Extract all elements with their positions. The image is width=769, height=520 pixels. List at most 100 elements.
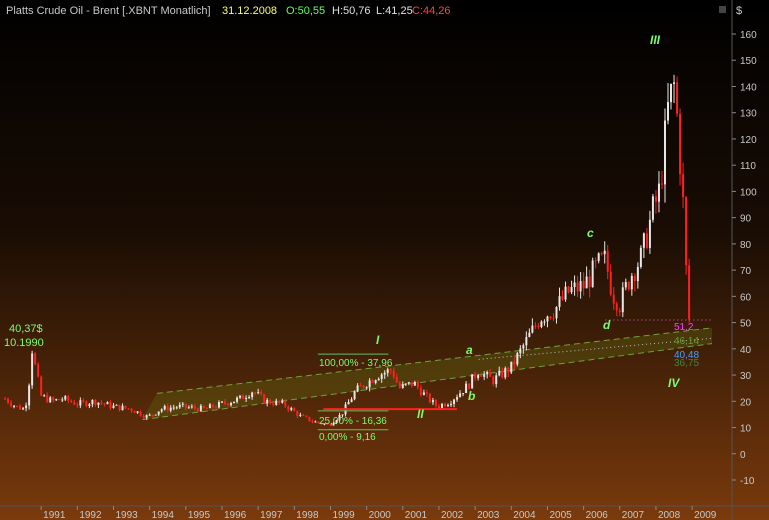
price-chart[interactable]: -10 0 10 20 30 40 50 60 70 80 90 100 110 120 130 140 150… xyxy=(0,0,769,520)
candle-body xyxy=(160,409,163,412)
candle-body xyxy=(82,400,85,402)
candle-body xyxy=(190,406,193,408)
x-tick-label: 1993 xyxy=(115,510,138,520)
candle-body xyxy=(260,392,263,395)
candle-body xyxy=(296,411,299,416)
candle-body xyxy=(636,266,639,282)
candle-body xyxy=(624,282,627,288)
candle-body xyxy=(154,414,157,416)
high-1990-date: 10.1990 xyxy=(4,337,44,349)
candle-body xyxy=(510,361,513,373)
candle-body xyxy=(163,405,166,410)
candle-body xyxy=(428,393,431,403)
candle-body xyxy=(531,325,534,333)
candle-body xyxy=(217,401,220,408)
candle-body xyxy=(480,375,483,377)
x-tick-label: 1994 xyxy=(152,510,175,520)
candle-body xyxy=(70,400,73,403)
candle-body xyxy=(121,405,124,411)
candle-body xyxy=(651,196,654,220)
y-tick-label: 20 xyxy=(740,397,752,408)
candle-body xyxy=(311,421,314,423)
candle-body xyxy=(172,407,175,409)
candle-body xyxy=(612,294,615,304)
candle-body xyxy=(239,395,242,398)
x-tick-label: 2009 xyxy=(694,510,717,520)
candle-body xyxy=(679,113,682,175)
x-tick-label: 2001 xyxy=(405,510,428,520)
candle-body xyxy=(386,369,389,373)
candle-body xyxy=(208,404,211,409)
candle-body xyxy=(468,383,471,389)
candle-body xyxy=(272,403,275,405)
candle-body xyxy=(474,374,477,379)
candle-body xyxy=(148,414,151,416)
y-tick-label: -10 xyxy=(740,476,755,487)
candle-body xyxy=(308,416,311,422)
candle-body xyxy=(127,408,130,410)
candle-body xyxy=(187,407,190,409)
candle-body xyxy=(410,382,413,386)
candle-body xyxy=(540,321,543,327)
candle-body xyxy=(106,402,109,405)
candle-body xyxy=(193,406,196,409)
candle-body xyxy=(7,398,10,403)
candle-body xyxy=(561,296,564,300)
candle-body xyxy=(609,271,612,295)
candle-body xyxy=(314,421,317,423)
candle-body xyxy=(477,375,480,379)
candle-body xyxy=(495,375,498,385)
y-tick-label: 110 xyxy=(740,161,756,172)
candle-body xyxy=(606,250,609,272)
candle-body xyxy=(281,400,284,403)
candle-body xyxy=(19,405,22,410)
candle-body xyxy=(633,275,636,282)
candle-body xyxy=(519,348,522,354)
candle-body xyxy=(401,384,404,388)
candle-body xyxy=(591,260,594,288)
candle-body xyxy=(124,405,127,409)
candle-body xyxy=(34,353,37,365)
x-tick-label: 1995 xyxy=(188,510,211,520)
y-tick-label: 150 xyxy=(740,56,757,67)
y-tick-label: 140 xyxy=(740,82,757,93)
candle-body xyxy=(585,276,588,289)
wave-label-b: b xyxy=(468,389,475,403)
fib-label-100: 100,00% - 37,96 xyxy=(319,358,393,369)
candle-body xyxy=(570,287,573,293)
candle-body xyxy=(350,399,353,403)
candle-body xyxy=(353,391,356,400)
candle-body xyxy=(528,332,531,338)
candle-body xyxy=(558,296,561,307)
candle-body xyxy=(118,404,121,411)
candle-body xyxy=(302,414,305,416)
corner-handle-icon[interactable] xyxy=(719,6,726,13)
x-tick-label: 2005 xyxy=(549,510,572,520)
fib-label-0: 0,00% - 9,16 xyxy=(319,432,376,443)
candle-body xyxy=(377,378,380,381)
candle-body xyxy=(181,403,184,405)
candle-body xyxy=(115,404,118,406)
candle-body xyxy=(139,411,142,416)
candle-body xyxy=(266,399,269,404)
candle-body xyxy=(504,368,507,378)
candle-body xyxy=(663,120,666,185)
candle-body xyxy=(459,393,462,398)
candle-body xyxy=(97,402,100,405)
y-tick-label: 100 xyxy=(740,187,757,198)
candle-body xyxy=(205,408,208,410)
candle-body xyxy=(425,392,428,394)
wave-label-c: c xyxy=(587,226,594,240)
candle-body xyxy=(230,403,233,406)
candle-body xyxy=(55,399,58,401)
candle-body xyxy=(670,83,673,103)
candle-body xyxy=(673,82,676,84)
currency-label: $ xyxy=(736,5,742,17)
y-tick-label: 70 xyxy=(740,266,752,277)
candle-body xyxy=(299,414,302,416)
candle-body xyxy=(534,325,537,327)
candle-body xyxy=(365,387,368,389)
candle-body xyxy=(67,396,70,401)
candle-body xyxy=(287,406,290,410)
candle-body xyxy=(413,382,416,386)
